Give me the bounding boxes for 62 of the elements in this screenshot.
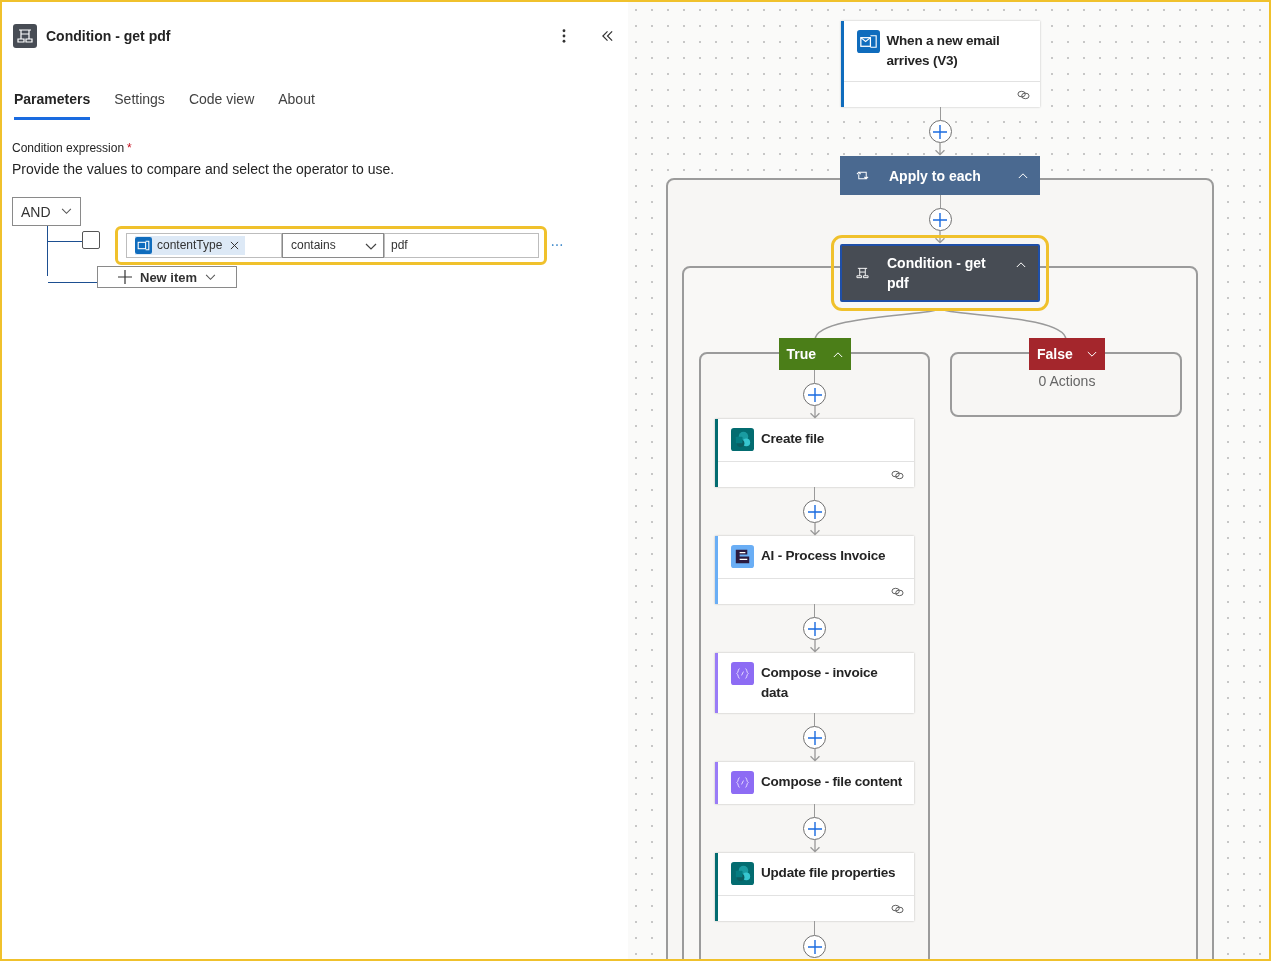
- mail-icon: [856, 30, 880, 53]
- card-title: Update file properties: [761, 864, 896, 882]
- condition-icon: [856, 267, 869, 279]
- chevron-down-icon: [365, 243, 377, 251]
- panel-title: Condition - get pdf: [46, 28, 172, 44]
- new-item-button[interactable]: New item: [97, 266, 238, 288]
- action-card[interactable]: Compose - file content: [715, 762, 914, 804]
- card-title: When a new email arrives (V3): [886, 32, 1001, 70]
- card-title: AI - Process Invoice: [761, 547, 886, 565]
- action-card[interactable]: Compose - invoice data: [715, 653, 914, 713]
- checkbox[interactable]: [82, 231, 100, 249]
- field-label: Condition expression: [12, 141, 125, 155]
- trigger-card[interactable]: When a new email arrives (V3): [840, 21, 1040, 107]
- document-icon: [731, 545, 754, 568]
- token-chip[interactable]: contentType: [135, 235, 246, 255]
- operator-select[interactable]: contains: [282, 232, 384, 258]
- card-title: Create file: [761, 430, 825, 448]
- connector-arrow: [808, 406, 821, 419]
- tab[interactable]: Settings: [114, 91, 165, 120]
- card-title: Compose - file content: [761, 773, 903, 791]
- add-step-button[interactable]: [928, 120, 952, 144]
- loop-icon: [856, 169, 869, 182]
- chevron-down-icon: [205, 273, 217, 281]
- action-card[interactable]: Update file properties: [715, 853, 914, 921]
- tab[interactable]: Code view: [188, 91, 255, 120]
- chevron-down-icon: [60, 208, 72, 215]
- empty-branch-text: 0 Actions: [1038, 373, 1096, 389]
- value-field[interactable]: contentType: [126, 232, 282, 258]
- required-mark: *: [127, 141, 132, 155]
- link-icon: [891, 469, 904, 480]
- card-title: Compose - invoice data: [761, 664, 879, 702]
- tab[interactable]: About: [278, 91, 315, 120]
- connector-arrow: [934, 143, 946, 156]
- plus-icon: [118, 270, 132, 284]
- loop-header[interactable]: Apply to each: [840, 156, 1040, 195]
- link-icon: [1016, 89, 1030, 100]
- action-card[interactable]: AI - Process Invoice: [715, 536, 914, 604]
- false-branch-header[interactable]: False: [1029, 338, 1105, 370]
- connector-arrow: [808, 840, 821, 853]
- more-options-icon[interactable]: [562, 29, 566, 43]
- collapse-icon[interactable]: [601, 30, 614, 42]
- braces-icon: [731, 662, 754, 685]
- close-icon[interactable]: [230, 240, 240, 250]
- condition-title: Condition - get pdf: [887, 254, 987, 293]
- true-branch-header[interactable]: True: [778, 338, 851, 370]
- mail-icon: [135, 236, 152, 254]
- sharepoint-icon: [731, 428, 754, 451]
- connector-arrow: [808, 640, 821, 653]
- connector-arrow: [808, 749, 821, 762]
- connector-arrow: [808, 523, 821, 536]
- action-card[interactable]: Create file: [715, 419, 914, 487]
- tab[interactable]: Parameters: [14, 91, 91, 120]
- value-field[interactable]: pdf: [384, 232, 539, 258]
- operator-dropdown[interactable]: AND: [12, 197, 81, 226]
- sharepoint-icon: [731, 862, 754, 885]
- condition-icon: [13, 24, 37, 48]
- link-icon: [891, 586, 904, 597]
- field-description: Provide the values to compare and select the operator to use.: [12, 161, 396, 177]
- braces-icon: [731, 771, 754, 794]
- loop-title: Apply to each: [889, 166, 982, 186]
- link-icon: [891, 903, 904, 914]
- connector-arrow: [934, 231, 946, 244]
